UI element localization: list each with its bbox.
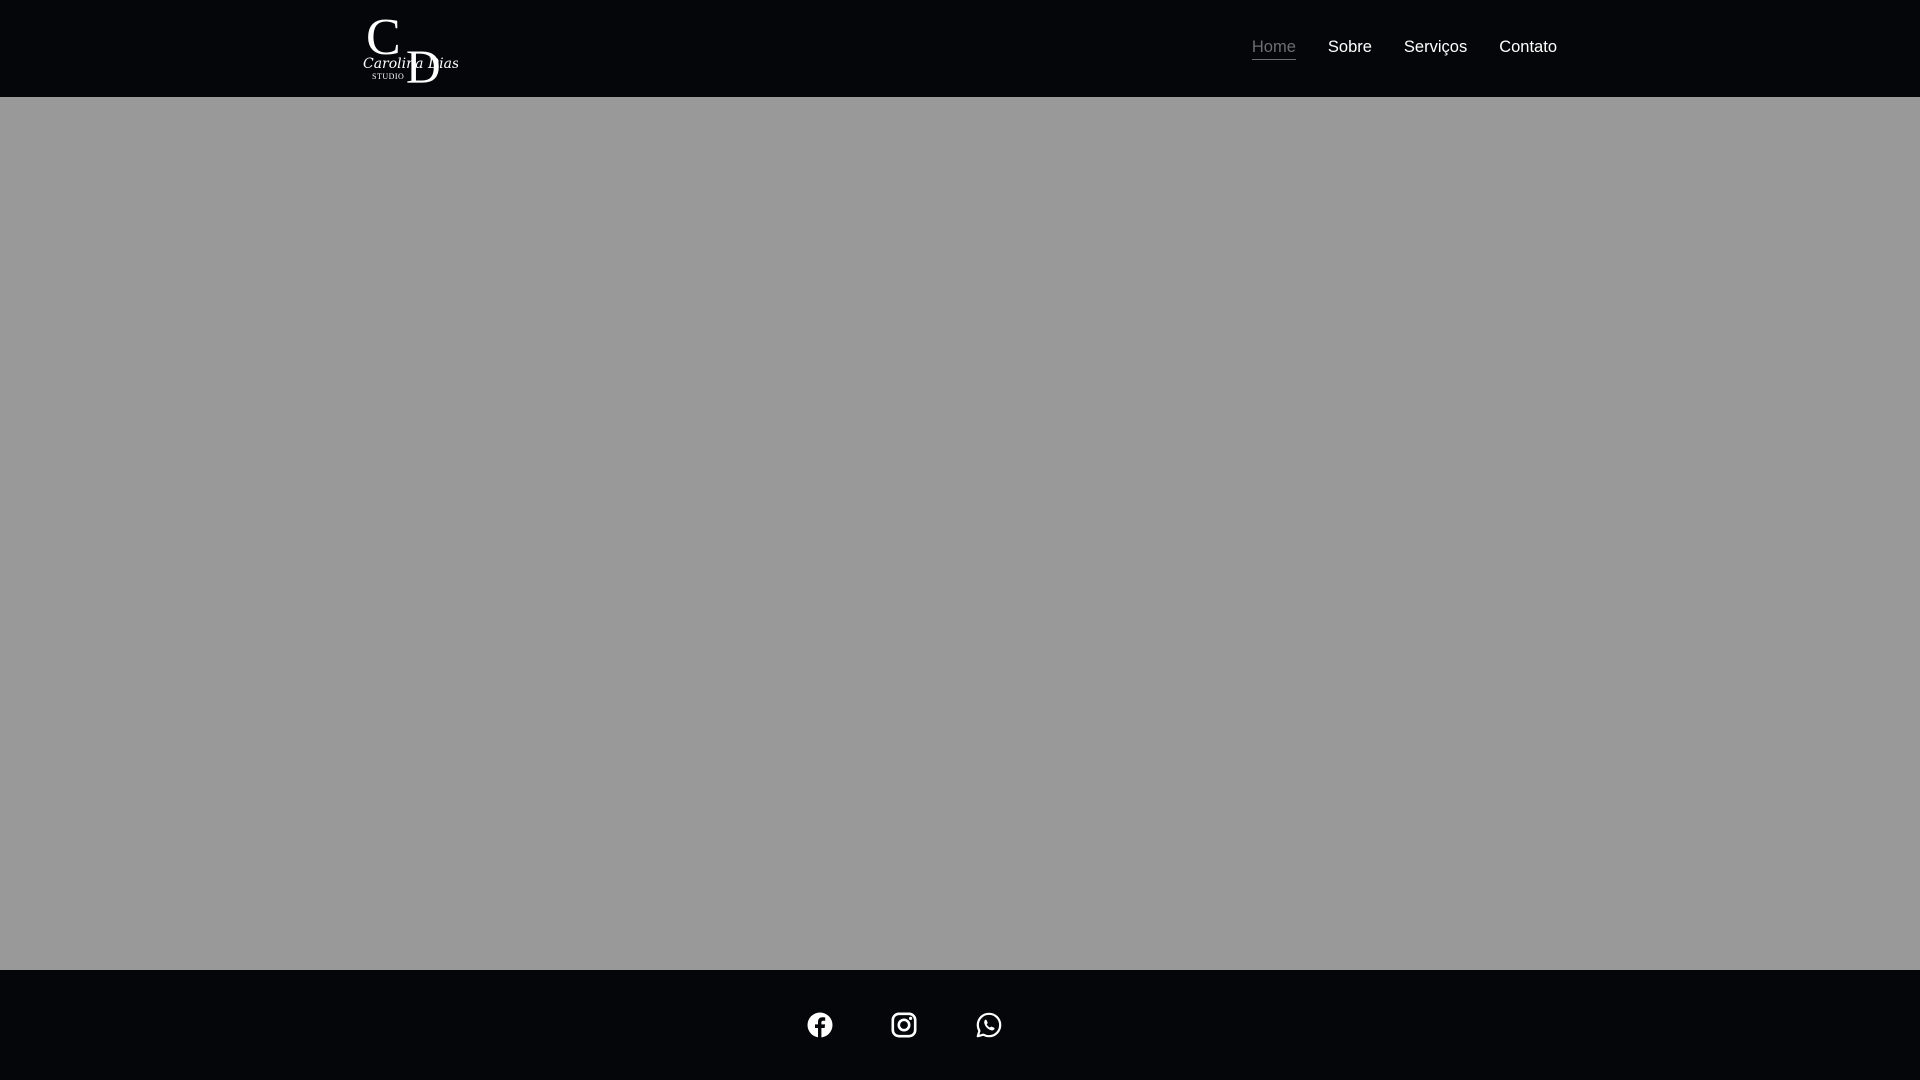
nav-item-servicos[interactable]: Serviços [1404,38,1467,59]
logo-script-name: Carolina Dias [363,56,458,72]
nav-item-sobre[interactable]: Sobre [1328,38,1372,59]
logo-tagline: STUDIO [372,72,404,81]
nav-item-home[interactable]: Home [1251,38,1296,60]
whatsapp-icon [976,1012,1002,1038]
site-footer [0,970,1920,1080]
whatsapp-link[interactable] [976,1012,1002,1038]
facebook-link[interactable] [807,1012,833,1038]
facebook-icon [807,1012,833,1038]
nav-item-contato[interactable]: Contato [1499,38,1557,59]
instagram-icon [891,1012,917,1038]
instagram-link[interactable] [891,1012,917,1038]
main-nav: Home Sobre Serviços Contato [1220,0,1557,97]
hero-banner [0,97,1920,970]
brand-logo[interactable]: C D Carolina Dias STUDIO [362,8,458,86]
brand-logo-mark: C D Carolina Dias STUDIO [363,9,458,86]
site-header: C D Carolina Dias STUDIO Home Sobre Serv… [0,0,1920,97]
